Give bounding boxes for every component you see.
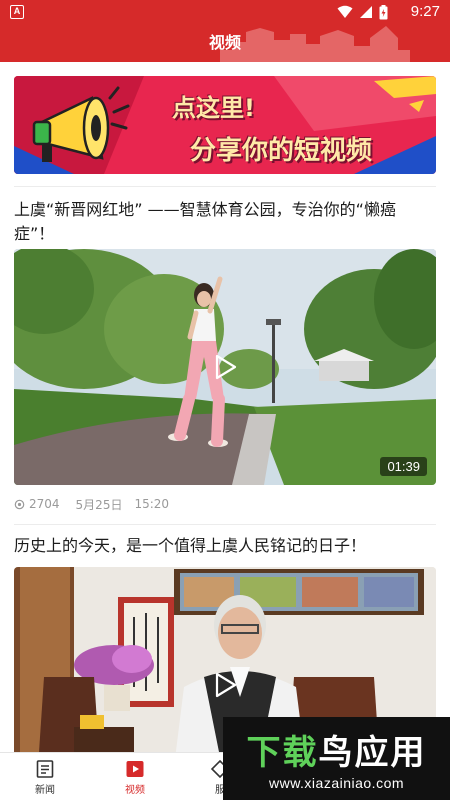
- play-icon[interactable]: [212, 354, 238, 380]
- play-icon[interactable]: [212, 672, 238, 698]
- app-screen: A 9:27 视频 点这里! 分享你的短视频 上虞“新晋网红地” ——智慧体育公…: [0, 0, 450, 800]
- signal-icon: [359, 5, 373, 19]
- share-video-banner[interactable]: 点这里! 分享你的短视频: [14, 76, 436, 174]
- divider: [14, 186, 436, 187]
- status-time: 9:27: [410, 3, 440, 20]
- news-icon: [36, 760, 54, 778]
- battery-icon: [379, 4, 388, 20]
- video-thumbnail[interactable]: 01:39: [14, 249, 436, 485]
- banner-subline: 分享你的短视频: [190, 136, 373, 166]
- status-bar: A 9:27: [0, 0, 450, 24]
- page-title: 视频: [208, 33, 241, 52]
- banner-headline: 点这里!: [172, 94, 255, 122]
- status-icons: [337, 4, 388, 20]
- app-notification-icon: A: [10, 5, 24, 19]
- nav-label-news: 新闻: [35, 785, 55, 796]
- video-duration: 01:39: [380, 457, 427, 476]
- watermark-url: www.xiazainiao.com: [268, 775, 405, 791]
- article-meta: 2704 5月25日 15:20: [14, 495, 169, 513]
- article-title[interactable]: 上虞“新晋网红地” ——智慧体育公园，专治你的“懒癌症”！: [14, 198, 436, 246]
- publish-time: 15:20: [134, 497, 170, 511]
- nav-label-video: 视频: [125, 785, 145, 796]
- watermark-logo: 下载鸟应用: [223, 725, 450, 774]
- video-feed[interactable]: 点这里! 分享你的短视频 上虞“新晋网红地” ——智慧体育公园，专治你的“懒癌症…: [0, 62, 450, 752]
- top-header: 视频: [0, 24, 450, 62]
- article-title[interactable]: 历史上的今天，是一个值得上虞人民铭记的日子！: [14, 534, 436, 558]
- view-count: 2704: [29, 497, 60, 511]
- divider: [14, 524, 436, 525]
- views-icon: [14, 499, 25, 509]
- wifi-icon: [337, 5, 353, 19]
- nav-item-news[interactable]: 新闻: [15, 757, 75, 799]
- watermark-logo-part1: 下载: [246, 733, 319, 773]
- nav-item-video[interactable]: 视频: [105, 757, 165, 799]
- watermark-logo-part2: 鸟应用: [318, 733, 427, 773]
- publish-date: 5月25日: [75, 497, 123, 512]
- video-icon: [126, 761, 144, 777]
- watermark: 下载鸟应用 www.xiazainiao.com: [223, 717, 450, 800]
